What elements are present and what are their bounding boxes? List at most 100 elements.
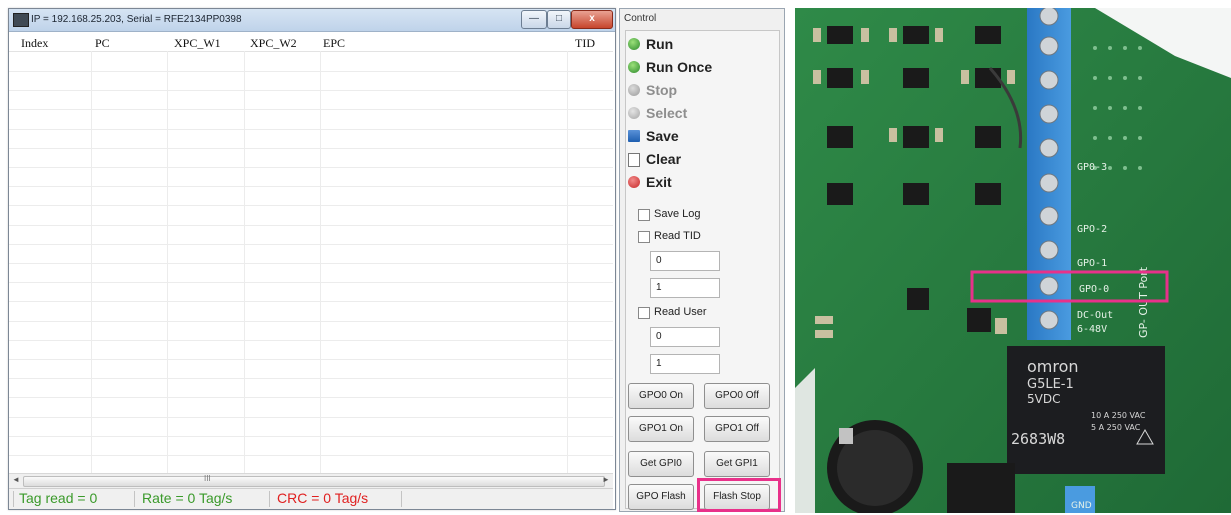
app-icon	[13, 13, 29, 27]
user-start-field[interactable]: 0	[650, 327, 720, 347]
scroll-thumb[interactable]	[23, 476, 605, 487]
terminal-label-gpo1: GPO-1	[1077, 258, 1107, 269]
get-gpi1-button[interactable]: Get GPI1	[704, 451, 770, 477]
gnd-label: GND	[1071, 501, 1092, 511]
minimize-icon: —	[529, 13, 539, 24]
grid-row-line	[9, 301, 613, 302]
gpo0-off-button[interactable]: GPO0 Off	[704, 383, 770, 409]
tid-length-value: 1	[656, 282, 662, 293]
close-icon: x	[589, 13, 595, 24]
terminal-label-gpo0: GPO-0	[1079, 284, 1109, 295]
run-label: Run	[646, 36, 674, 52]
grid-row-line	[9, 205, 613, 206]
read-user-label: Read User	[654, 306, 707, 318]
grid-row-line	[9, 378, 613, 379]
user-length-field[interactable]: 1	[650, 354, 720, 374]
status-separator	[269, 491, 270, 507]
save-label: Save	[646, 128, 679, 144]
read-user-checkbox[interactable]: Read User	[638, 305, 748, 321]
grid-row-line	[9, 455, 613, 456]
tid-start-value: 0	[656, 255, 662, 266]
grid-row-line	[9, 148, 613, 149]
grid-column-line	[244, 51, 245, 483]
grid-column-line	[91, 51, 92, 483]
grid-row-line	[9, 263, 613, 264]
omron-relay: omron G5LE-1 5VDC 10 A 250 VAC 5 A 250 V…	[1007, 346, 1165, 474]
relay-model: G5LE-1	[1027, 377, 1074, 392]
stop-icon	[628, 84, 640, 96]
scroll-left-icon[interactable]: ◄	[12, 475, 20, 484]
dc-out-label: DC-Out	[1077, 310, 1113, 321]
dc-voltage-label: 6-48V	[1077, 324, 1107, 335]
column-header-xpc-w1[interactable]: XPC_W1	[174, 36, 221, 51]
status-separator	[13, 491, 14, 507]
rate-status: Rate = 0 Tag/s	[142, 490, 233, 506]
status-bar: Tag read = 0 Rate = 0 Tag/s CRC = 0 Tag/…	[9, 488, 613, 509]
relay-rating-1: 10 A 250 VAC	[1091, 411, 1146, 420]
clear-label: Clear	[646, 151, 682, 167]
status-separator	[134, 491, 135, 507]
tid-length-field[interactable]: 1	[650, 278, 720, 298]
select-icon	[628, 107, 640, 119]
grid-row-line	[9, 167, 613, 168]
relay-voltage: 5VDC	[1027, 392, 1060, 406]
read-tid-box[interactable]	[638, 231, 650, 243]
scroll-right-icon[interactable]: ►	[602, 475, 610, 484]
tag-grid[interactable]: Index PC XPC_W1 XPC_W2 EPC TID	[9, 33, 613, 483]
select-label: Select	[646, 105, 688, 121]
board-photo: GP0-3 GPO-2 GPO-1 GPO-0 DC-Out 6-48V GP-…	[795, 8, 1231, 513]
column-header-index[interactable]: Index	[21, 36, 48, 51]
grid-row-line	[9, 359, 613, 360]
tag-read-status: Tag read = 0	[19, 490, 98, 506]
gpo1-on-button[interactable]: GPO1 On	[628, 416, 694, 442]
grid-row-line	[9, 436, 613, 437]
column-header-pc[interactable]: PC	[95, 36, 110, 51]
save-log-checkbox[interactable]: Save Log	[638, 207, 748, 223]
read-user-box[interactable]	[638, 307, 650, 319]
grid-header: Index PC XPC_W1 XPC_W2 EPC TID	[9, 33, 613, 52]
save-log-label: Save Log	[654, 208, 701, 220]
grid-row-line	[9, 129, 613, 130]
control-panel-title: Control	[624, 13, 657, 24]
grid-column-line	[320, 51, 321, 483]
control-panel: Control Run Run Once Stop Select Save Cl…	[619, 8, 785, 512]
grid-row-line	[9, 109, 613, 110]
save-log-box[interactable]	[638, 209, 650, 221]
exit-label: Exit	[646, 174, 672, 190]
window-titlebar[interactable]: IP = 192.168.25.203, Serial = RFE2134PP0…	[9, 9, 615, 32]
column-header-epc[interactable]: EPC	[323, 36, 345, 51]
gpo0-on-button[interactable]: GPO0 On	[628, 383, 694, 409]
relay-brand: omron	[1027, 357, 1079, 376]
terminal-label-gpo2: GPO-2	[1077, 224, 1107, 235]
gpo1-off-button[interactable]: GPO1 Off	[704, 416, 770, 442]
grid-column-line	[167, 51, 168, 483]
get-gpi0-button[interactable]: Get GPI0	[628, 451, 694, 477]
run-once-icon	[628, 61, 640, 73]
grid-row-line	[9, 321, 613, 322]
read-tid-checkbox[interactable]: Read TID	[638, 229, 748, 245]
grid-row-line	[9, 417, 613, 418]
run-once-label: Run Once	[646, 59, 713, 75]
minimize-button[interactable]: —	[521, 10, 547, 29]
tid-start-field[interactable]: 0	[650, 251, 720, 271]
flash-stop-highlight	[697, 478, 781, 512]
user-length-value: 1	[656, 358, 662, 369]
column-header-xpc-w2[interactable]: XPC_W2	[250, 36, 297, 51]
read-tid-label: Read TID	[654, 230, 701, 242]
gpo-flash-button[interactable]: GPO Flash	[628, 484, 694, 510]
scroll-grip-icon: III	[204, 474, 211, 483]
stop-label: Stop	[646, 82, 678, 98]
maximize-button[interactable]: □	[547, 10, 571, 29]
grid-column-line	[567, 51, 568, 483]
grid-row-line	[9, 340, 613, 341]
run-icon	[628, 38, 640, 50]
bottom-component	[947, 463, 1015, 513]
grid-row-line	[9, 71, 613, 72]
crc-status: CRC = 0 Tag/s	[277, 490, 369, 506]
column-header-tid[interactable]: TID	[575, 36, 595, 51]
document-icon	[628, 153, 640, 167]
close-button[interactable]: x	[571, 10, 613, 29]
horizontal-scrollbar[interactable]: ◄ III ►	[9, 473, 613, 488]
user-start-value: 0	[656, 331, 662, 342]
maximize-icon: □	[555, 13, 563, 24]
